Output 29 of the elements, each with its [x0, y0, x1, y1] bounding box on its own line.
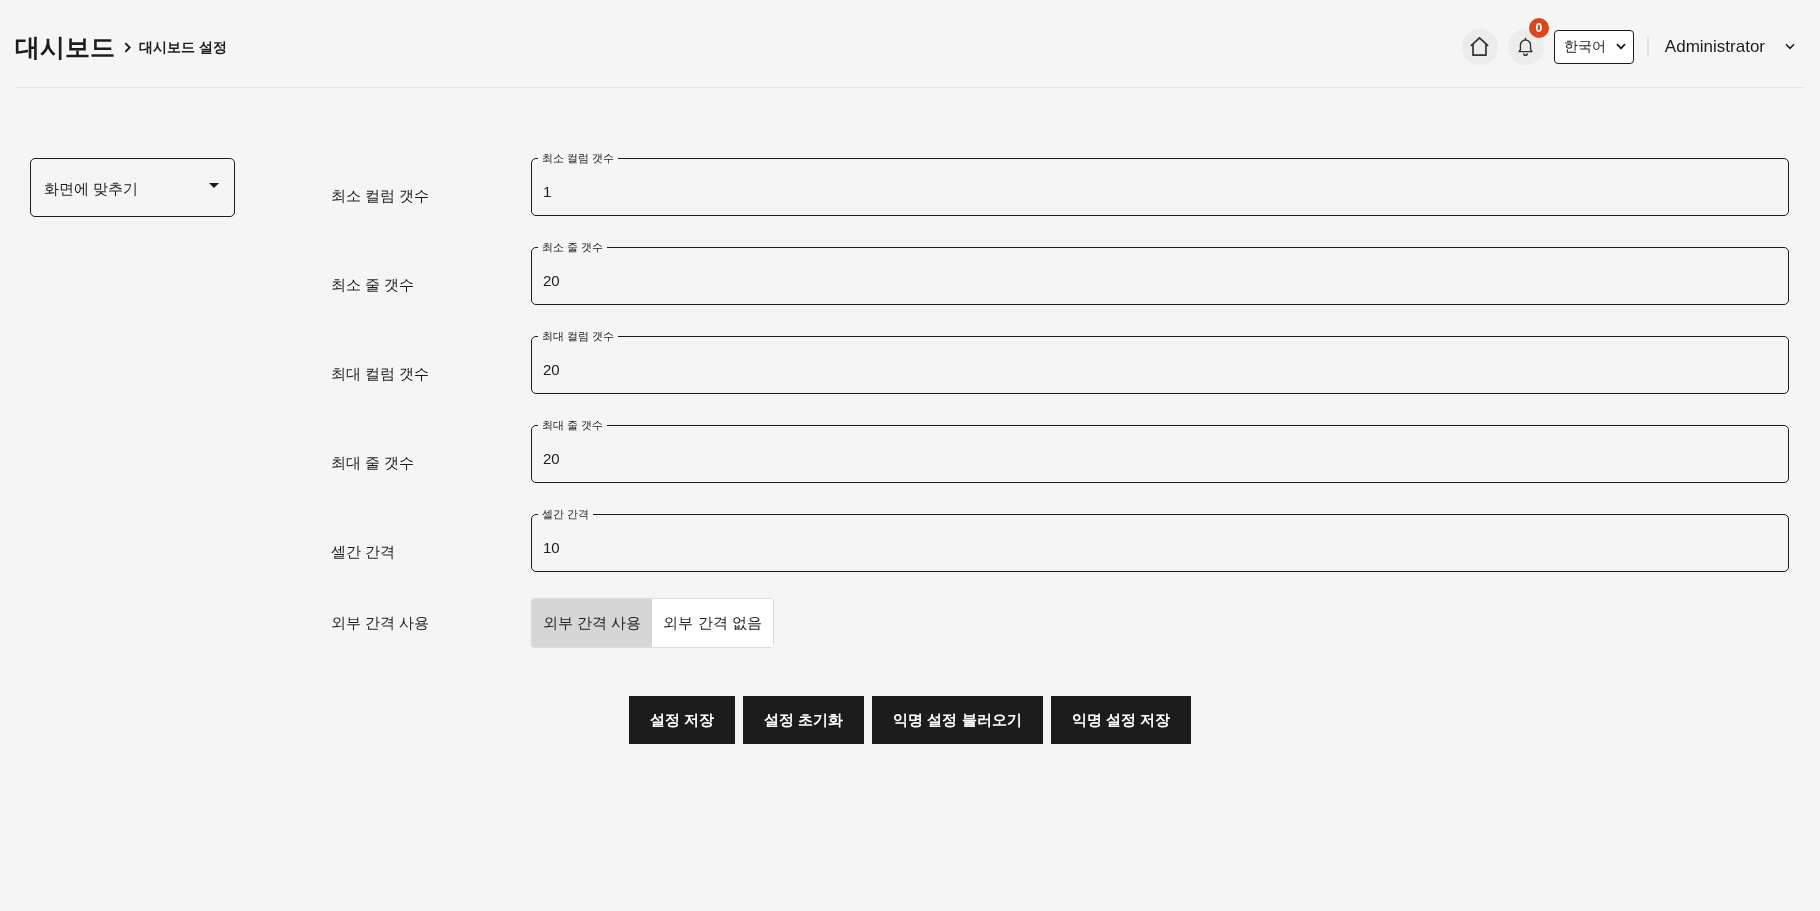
bell-icon	[1516, 37, 1536, 56]
home-icon	[1470, 37, 1490, 56]
caret-down-icon	[209, 183, 219, 188]
chevron-down-icon	[1615, 43, 1626, 50]
setting-label: 외부 간격 사용	[331, 613, 431, 633]
chevron-right-icon	[124, 42, 131, 53]
layout-dropdown[interactable]: 화면에 맞추기	[30, 158, 235, 217]
floating-label: 최소 컬럼 갯수	[538, 151, 619, 165]
setting-label: 최대 줄 갯수	[331, 453, 416, 473]
floating-label: 최대 컬럼 갯수	[538, 329, 619, 343]
notification-badge: 0	[1528, 17, 1549, 38]
setting-label: 셀간 간격	[331, 542, 397, 562]
breadcrumb-item: 대시보드 설정	[139, 37, 227, 57]
floating-label: 최소 줄 갯수	[538, 240, 608, 254]
action-button[interactable]: 설정 저장	[629, 696, 736, 744]
user-menu-button[interactable]: Administrator	[1664, 36, 1795, 57]
setting-label: 최소 줄 갯수	[331, 275, 416, 295]
page-title: 대시보드	[15, 31, 115, 63]
action-button[interactable]: 익명 설정 저장	[1050, 696, 1191, 744]
language-select[interactable]: 한국어	[1553, 29, 1634, 64]
action-button[interactable]: 설정 초기화	[743, 696, 865, 744]
setting-label: 최소 컬럼 갯수	[331, 186, 431, 206]
floating-label: 최대 줄 갯수	[538, 418, 608, 432]
toggle-option[interactable]: 외부 간격 없음	[652, 599, 773, 647]
chevron-down-icon	[1785, 43, 1795, 50]
setting-label: 최대 컬럼 갯수	[331, 364, 431, 384]
action-button[interactable]: 익명 설정 불러오기	[872, 696, 1043, 744]
toggle-option[interactable]: 외부 간격 사용	[532, 599, 653, 647]
floating-label: 셀간 간격	[538, 507, 594, 521]
